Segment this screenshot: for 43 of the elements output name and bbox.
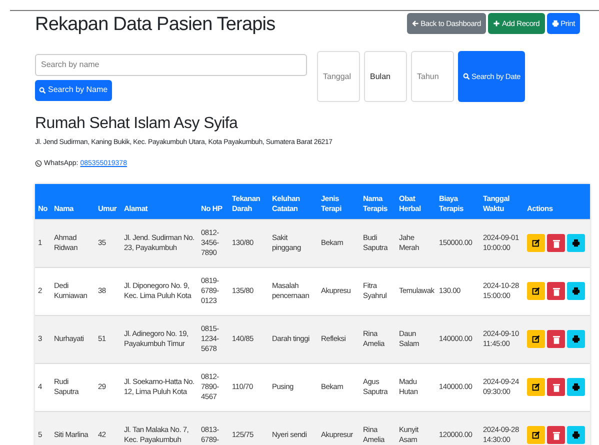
edit-button[interactable] — [527, 234, 545, 252]
printer-icon — [572, 335, 580, 343]
printer-icon — [572, 239, 580, 247]
trash-icon — [552, 334, 560, 344]
print-row-button[interactable] — [567, 282, 585, 300]
print-row-button[interactable] — [567, 426, 585, 444]
trash-icon — [552, 430, 560, 440]
search-button[interactable]: Search by Name — [35, 80, 112, 100]
delete-button[interactable] — [547, 234, 565, 252]
search-icon — [39, 86, 46, 94]
edit-button[interactable] — [527, 378, 545, 396]
delete-button[interactable] — [547, 282, 565, 300]
edit-icon — [532, 383, 540, 391]
clinic-name: Rumah Sehat Islam Asy Syifa — [35, 114, 239, 134]
edit-button[interactable] — [527, 282, 545, 300]
date-field[interactable]: Tahun — [411, 51, 454, 102]
printer-icon — [572, 383, 580, 391]
date-field[interactable]: Tanggal — [317, 51, 360, 102]
delete-button[interactable] — [547, 378, 565, 396]
whatsapp-icon — [35, 160, 42, 168]
printer-icon — [572, 431, 580, 440]
plus-icon — [492, 20, 500, 27]
trash-icon — [552, 286, 560, 296]
date-field[interactable]: Bulan — [364, 51, 407, 102]
printer-icon — [572, 287, 580, 295]
page-title: Rekapan Data Pasien Terapis — [35, 13, 276, 37]
trash-icon — [552, 238, 560, 248]
edit-icon — [532, 287, 540, 295]
edit-icon — [532, 431, 540, 440]
edit-button[interactable] — [527, 426, 545, 444]
edit-icon — [532, 239, 540, 247]
left-arrow-icon — [412, 20, 419, 27]
search-icon — [462, 73, 470, 80]
trash-icon — [552, 382, 560, 392]
edit-icon — [532, 335, 540, 343]
search-field[interactable]: Search by name — [35, 54, 307, 76]
print-row-button[interactable] — [567, 330, 585, 348]
edit-button[interactable] — [527, 330, 545, 348]
print-row-button[interactable] — [567, 378, 585, 396]
printer-icon — [552, 20, 559, 27]
delete-button[interactable] — [547, 426, 565, 444]
delete-button[interactable] — [547, 330, 565, 348]
print-row-button[interactable] — [567, 234, 585, 252]
